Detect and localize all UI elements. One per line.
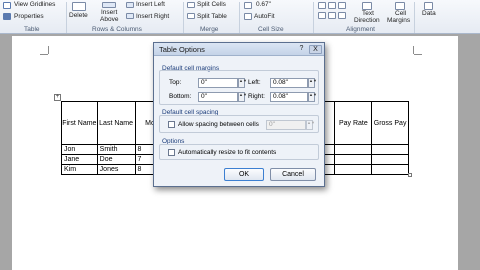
insert-left-icon [126, 2, 134, 8]
top-margin-input[interactable]: 0" [198, 78, 238, 88]
insert-right-icon [126, 13, 134, 19]
insert-above-icon [102, 2, 116, 8]
bottom-label: Bottom: [169, 93, 192, 100]
left-label: Left: [248, 79, 261, 86]
merge-group-label: Merge [200, 26, 219, 33]
delete-button[interactable]: Delete [69, 12, 88, 20]
table-resize-handle[interactable] [408, 173, 412, 177]
split-cells-button[interactable]: Split Cells [197, 1, 226, 9]
align-middle-right-icon[interactable] [338, 12, 346, 19]
header-cell[interactable]: Last Name [96, 101, 136, 145]
help-button[interactable]: ? [296, 45, 307, 54]
crop-mark [413, 46, 414, 54]
gridlines-icon [3, 2, 11, 9]
crop-mark [40, 54, 48, 55]
alignment-group-label: Alignment [346, 26, 375, 33]
group-separator [183, 2, 184, 33]
spacing-spinner[interactable]: ▲▼ [306, 120, 315, 130]
data-button[interactable]: Data [422, 10, 436, 18]
bottom-margin-input[interactable]: 0" [198, 92, 238, 102]
table-cell[interactable] [371, 144, 409, 155]
align-middle-center-icon[interactable] [328, 12, 336, 19]
table-cell[interactable]: Jane [61, 154, 98, 165]
text-direction-label-2: Direction [354, 17, 380, 24]
table-cell[interactable] [371, 164, 409, 175]
table-cell[interactable]: Jon [61, 144, 98, 155]
split-table-button[interactable]: Split Table [197, 13, 227, 21]
autofit-icon [244, 13, 252, 20]
table-cell[interactable]: Kim [61, 164, 98, 175]
crop-mark [48, 46, 49, 54]
autofit-button[interactable]: AutoFit [254, 13, 275, 21]
bottom-margin-spinner[interactable]: ▲▼ [238, 92, 247, 102]
group-separator [66, 2, 67, 33]
text-direction-icon [362, 2, 372, 10]
cell-margins-icon [395, 2, 405, 10]
cell-size-group-label: Cell Size [258, 26, 284, 33]
group-separator [239, 2, 240, 33]
split-table-icon [187, 13, 195, 19]
properties-button[interactable]: Properties [14, 13, 44, 21]
left-margin-input[interactable]: 0.08" [270, 78, 308, 88]
crop-mark [414, 54, 422, 55]
ok-button[interactable]: OK [224, 168, 264, 181]
table-cell[interactable] [334, 154, 373, 165]
table-cell[interactable] [334, 164, 373, 175]
spacing-input[interactable]: 0" [266, 120, 306, 130]
table-cell[interactable]: Smith [96, 144, 136, 155]
insert-above-label-2: Above [100, 16, 119, 23]
table-cell[interactable] [334, 144, 373, 155]
rows-columns-group-label: Rows & Columns [92, 26, 142, 33]
properties-icon [3, 13, 11, 20]
align-top-center-icon[interactable] [328, 2, 336, 9]
row-height-icon [244, 2, 252, 9]
table-group-label: Table [24, 26, 40, 33]
left-margin-spinner[interactable]: ▲▼ [308, 78, 317, 88]
ribbon: View Gridlines Properties Table Delete I… [0, 0, 480, 34]
data-icon [424, 2, 433, 10]
table-options-dialog: Table Options ? X Default cell margins T… [153, 42, 325, 187]
group-separator [414, 2, 415, 33]
cell-margins-label-2: Margins [387, 17, 411, 24]
insert-left-button[interactable]: Insert Left [136, 1, 165, 9]
view-gridlines-button[interactable]: View Gridlines [14, 1, 55, 9]
table-cell[interactable]: Jones [96, 164, 136, 175]
insert-right-button[interactable]: Insert Right [136, 13, 169, 21]
top-margin-spinner[interactable]: ▲▼ [238, 78, 247, 88]
top-label: Top: [169, 79, 182, 86]
right-margin-input[interactable]: 0.08" [270, 92, 308, 102]
split-cells-icon [187, 2, 195, 8]
close-button[interactable]: X [309, 45, 322, 54]
table-cell[interactable] [371, 154, 409, 165]
allow-spacing-checkbox[interactable] [168, 121, 175, 128]
table-move-handle[interactable]: + [54, 94, 61, 101]
align-top-left-icon[interactable] [318, 2, 326, 9]
row-height-value[interactable]: 0.67" [256, 1, 271, 9]
table-cell[interactable]: Doe [96, 154, 136, 165]
header-cell[interactable]: Pay Rate [334, 101, 373, 145]
cancel-button[interactable]: Cancel [270, 168, 316, 181]
auto-resize-label: Automatically resize to fit contents [178, 149, 277, 156]
group-separator [313, 2, 314, 33]
allow-spacing-label: Allow spacing between cells [178, 121, 259, 128]
align-middle-left-icon[interactable] [318, 12, 326, 19]
header-cell[interactable]: Gross Pay [371, 101, 409, 145]
right-label: Right: [248, 93, 265, 100]
align-top-right-icon[interactable] [338, 2, 346, 9]
dialog-title: Table Options [159, 45, 205, 54]
auto-resize-checkbox[interactable] [168, 149, 175, 156]
header-cell[interactable]: First Name [61, 101, 98, 145]
right-margin-spinner[interactable]: ▲▼ [308, 92, 317, 102]
delete-icon [72, 2, 86, 11]
